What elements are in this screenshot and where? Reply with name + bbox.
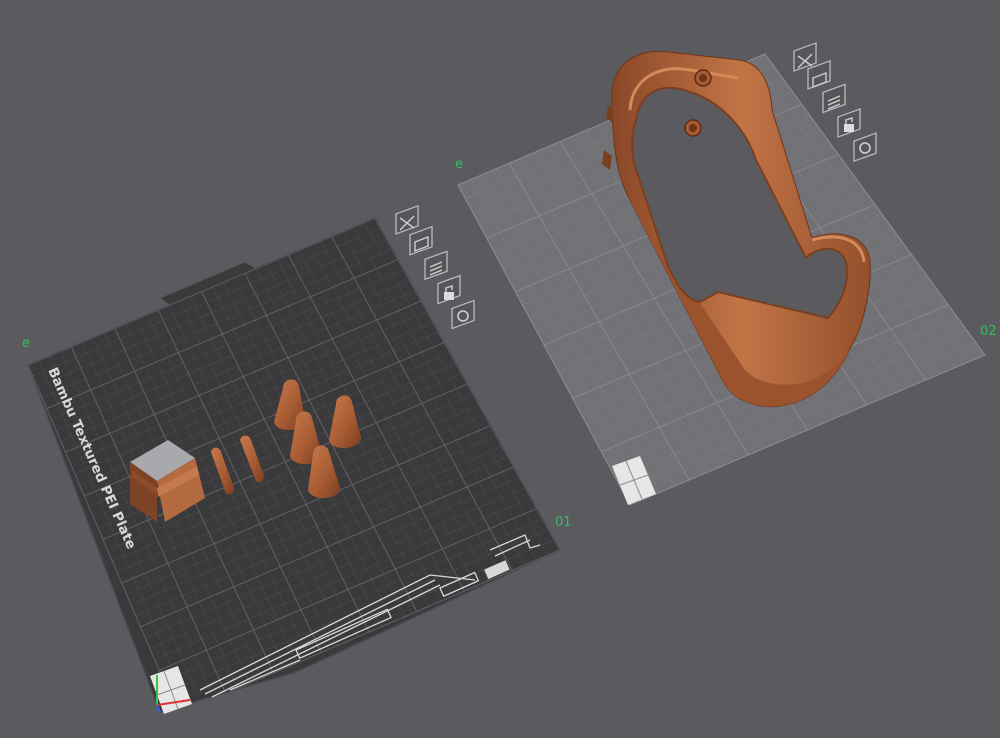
plate-1-number: 01 (555, 515, 572, 530)
plate-1-lock-icon[interactable] (437, 274, 461, 305)
plate-1-arrange-icon[interactable] (409, 225, 433, 256)
plate-2-edit-icon[interactable]: e (455, 157, 463, 172)
plate-2-slice-icon[interactable] (822, 83, 846, 114)
plate-1-settings-icon[interactable] (451, 299, 475, 330)
plate-1-slice-icon[interactable] (424, 250, 448, 281)
plate-1-surface[interactable] (27, 217, 562, 713)
plate-2-lock-icon[interactable] (837, 108, 861, 138)
plate-2-settings-icon[interactable] (853, 132, 877, 163)
plate-1-close-icon[interactable] (395, 204, 419, 235)
holder-mount-hole-top (694, 69, 712, 87)
plate-2-number: 02 (980, 324, 997, 339)
3d-viewport[interactable]: e 02 Bambu Textured PEI Plate e 01 (0, 0, 1000, 734)
holder-mount-hole-bottom (684, 119, 702, 137)
plate-1-edit-icon[interactable]: e (22, 336, 30, 351)
